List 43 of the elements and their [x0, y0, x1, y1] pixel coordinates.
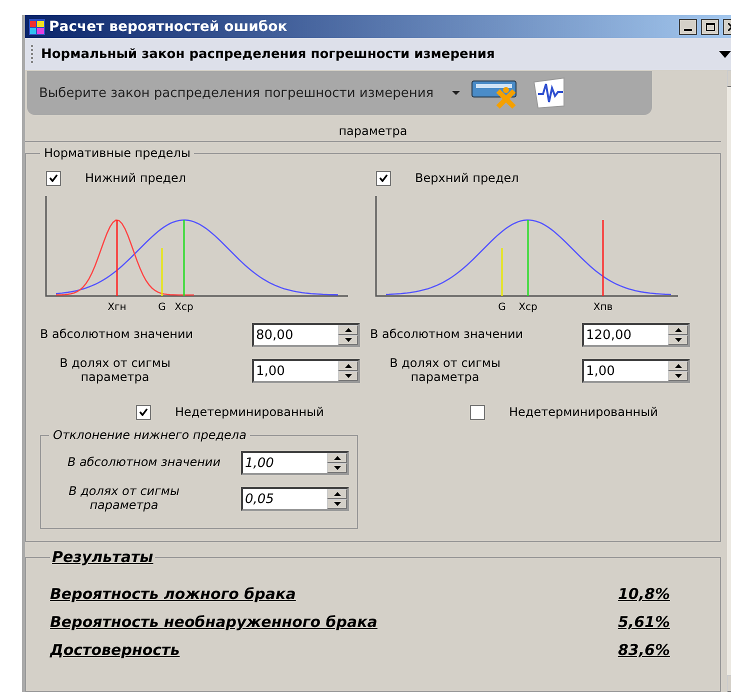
result-label: Достоверность: [50, 641, 180, 659]
field-label: В абсолютном значении: [40, 328, 194, 342]
group-title: Нормативные пределы: [43, 146, 192, 160]
checkbox-label: Недетерминированный: [509, 405, 658, 419]
result-label: Вероятность необнаруженного брака: [50, 613, 378, 631]
result-label: Вероятность ложного брака: [50, 585, 296, 603]
group-title: Отклонение нижнего предела: [52, 428, 248, 442]
checkbox-label: Недетерминированный: [175, 405, 324, 419]
limit-checkbox[interactable]: [46, 170, 61, 186]
axis-label: Xср: [174, 302, 194, 313]
field-label: В долях от сигмы параметра: [388, 357, 502, 385]
axis-label: G: [158, 302, 166, 313]
minimize-button[interactable]: [679, 18, 697, 34]
axis-label: Xср: [518, 302, 538, 313]
law-select-prompt[interactable]: Выберите закон распределения погрешности измерения: [39, 86, 434, 100]
maximize-icon: [706, 22, 714, 30]
result-value: 5,61%: [618, 613, 670, 631]
checkbox-label: Нижний предел: [85, 171, 186, 185]
result-value: 10,8%: [618, 585, 670, 603]
result-value: 83,6%: [618, 641, 670, 659]
field-label: В абсолютном значении: [370, 328, 524, 342]
field-label: В абсолютном значении: [66, 456, 222, 470]
minimize-icon: [684, 28, 692, 30]
dropdown-arrow-icon[interactable]: [719, 50, 731, 58]
check-icon: [49, 174, 58, 182]
indeterminate-checkbox[interactable]: [470, 404, 485, 420]
axis-label: Xпв: [593, 302, 613, 313]
results-title: Результаты: [51, 548, 154, 566]
check-icon: [139, 408, 148, 416]
field-label: В долях от сигмы параметра: [68, 485, 180, 513]
parameter-label: параметра: [338, 124, 408, 138]
checkbox-label: Верхний предел: [415, 171, 519, 185]
axis-label: Xгн: [108, 302, 126, 313]
check-icon: [379, 174, 388, 182]
indeterminate-checkbox[interactable]: [136, 404, 151, 420]
axis-label: G: [498, 302, 506, 313]
dropdown-arrow-icon[interactable]: [452, 91, 460, 95]
app-icon: [29, 18, 45, 34]
distribution-law-label: Нормальный закон распределения погрешности измерения: [41, 46, 496, 62]
window-title: Расчет вероятностей ошибок: [49, 18, 288, 34]
field-label: В долях от сигмы параметра: [58, 357, 172, 385]
maximize-button[interactable]: [701, 18, 719, 34]
limit-checkbox[interactable]: [376, 170, 391, 186]
